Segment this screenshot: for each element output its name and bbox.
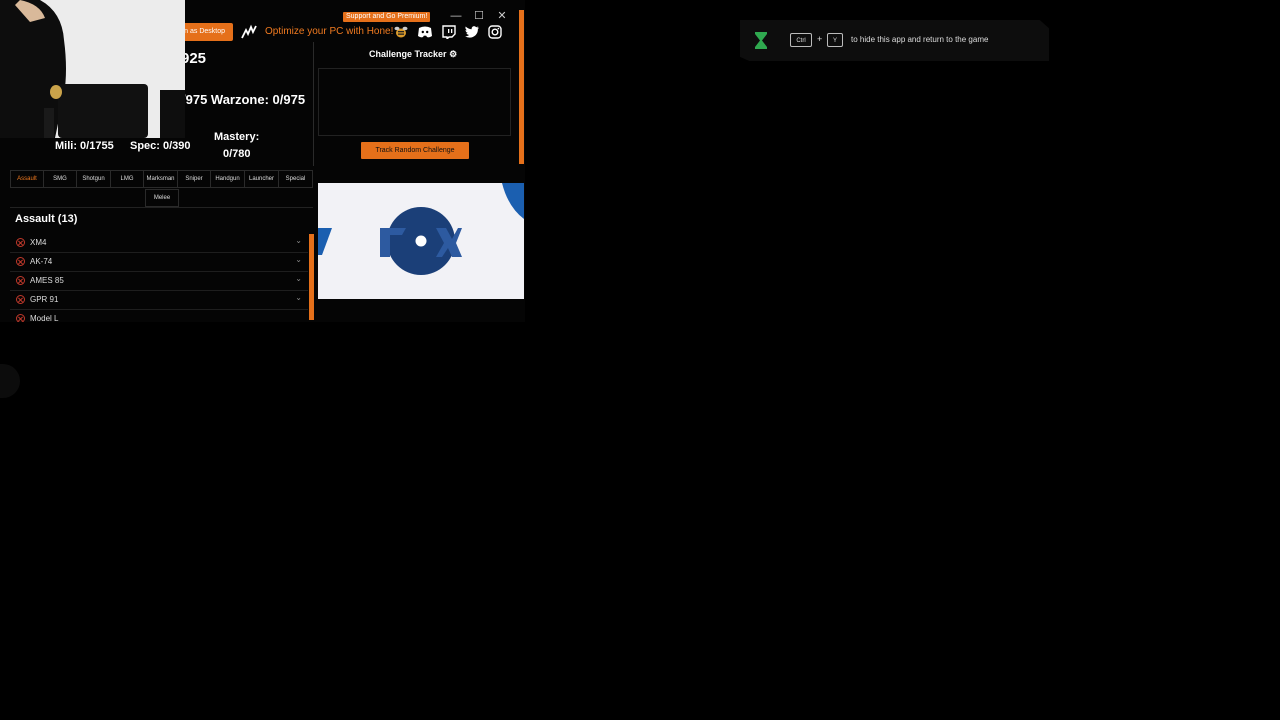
spec-progress: Spec: 0/390 bbox=[130, 140, 191, 152]
chevron-down-icon[interactable]: ⌄ bbox=[295, 255, 302, 264]
mastery-label: Mastery: bbox=[214, 131, 260, 143]
chevron-down-icon[interactable]: ⌄ bbox=[295, 236, 302, 245]
incomplete-icon bbox=[16, 314, 25, 322]
ad-logo-image bbox=[318, 183, 524, 275]
support-premium-button[interactable]: Support and Go Premium! bbox=[343, 12, 431, 22]
tab-lmg[interactable]: LMG bbox=[110, 170, 144, 188]
track-random-challenge-button[interactable]: Track Random Challenge bbox=[361, 142, 469, 159]
incomplete-icon bbox=[16, 295, 25, 304]
chevron-down-icon[interactable]: ⌄ bbox=[295, 293, 302, 302]
weapon-row[interactable]: Model L bbox=[10, 310, 308, 322]
close-icon[interactable]: ✕ bbox=[495, 9, 509, 23]
tab-handgun[interactable]: Handgun bbox=[210, 170, 245, 188]
tab-marksman[interactable]: Marksman bbox=[143, 170, 178, 188]
tracked-challenges-box bbox=[318, 68, 511, 136]
tab-shotgun[interactable]: Shotgun bbox=[76, 170, 111, 188]
tab-melee[interactable]: Melee bbox=[145, 189, 179, 207]
weapon-name: Model L bbox=[30, 314, 59, 322]
weapon-name: AK-74 bbox=[30, 257, 53, 266]
y-key: Y bbox=[827, 33, 843, 47]
sidebar-toggle-handle[interactable] bbox=[0, 364, 20, 398]
hone-icon[interactable] bbox=[241, 24, 257, 40]
hone-link[interactable]: Optimize your PC with Hone! bbox=[265, 26, 393, 37]
webcam-overlay bbox=[0, 0, 185, 138]
twitch-icon[interactable] bbox=[441, 25, 457, 39]
gear-icon[interactable]: ⚙ bbox=[449, 49, 457, 59]
challenge-tracker-title: Challenge Tracker ⚙ bbox=[369, 49, 458, 59]
list-scrollbar[interactable] bbox=[309, 234, 314, 320]
webcam-person-image bbox=[0, 0, 185, 138]
minimize-icon[interactable]: — bbox=[449, 9, 463, 23]
tab-launcher[interactable]: Launcher bbox=[244, 170, 279, 188]
overlay-app-window: Support and Go Premium! n as Desktop Opt… bbox=[0, 0, 525, 322]
tab-assault[interactable]: Assault bbox=[10, 170, 44, 188]
weapon-name: GPR 91 bbox=[30, 295, 59, 304]
hint-text: to hide this app and return to the game bbox=[851, 35, 989, 44]
maximize-icon[interactable]: ☐ bbox=[472, 9, 486, 23]
bee-icon[interactable] bbox=[393, 25, 409, 39]
incomplete-icon bbox=[16, 257, 25, 266]
weapon-row[interactable]: GPR 91 ⌄ bbox=[10, 291, 308, 310]
discord-icon[interactable] bbox=[417, 25, 433, 39]
tab-smg[interactable]: SMG bbox=[43, 170, 77, 188]
incomplete-icon bbox=[16, 238, 25, 247]
tabs-divider bbox=[10, 207, 313, 208]
mili-progress: Mili: 0/1755 bbox=[55, 140, 114, 152]
instagram-icon[interactable] bbox=[487, 25, 503, 39]
plus-sign: + bbox=[817, 34, 823, 44]
weapon-name: XM4 bbox=[30, 238, 47, 247]
ctrl-key: Ctrl bbox=[790, 33, 812, 47]
hotkey-hint-toast: Ctrl + Y to hide this app and return to … bbox=[740, 20, 1049, 61]
tab-sniper[interactable]: Sniper bbox=[177, 170, 211, 188]
tracker-scrollbar[interactable] bbox=[519, 10, 524, 164]
weapon-row[interactable]: XM4 ⌄ bbox=[10, 234, 308, 253]
chevron-down-icon[interactable]: ⌄ bbox=[295, 274, 302, 283]
weapon-name: AMES 85 bbox=[30, 276, 64, 285]
mp-warzone-progress: /975 Warzone: 0/975 bbox=[182, 92, 306, 107]
panel-divider bbox=[313, 42, 314, 166]
section-title: Assault (13) bbox=[15, 213, 78, 225]
hourglass-icon bbox=[755, 32, 767, 49]
weapon-row[interactable]: AK-74 ⌄ bbox=[10, 253, 308, 272]
twitter-icon[interactable] bbox=[464, 25, 480, 39]
tab-special[interactable]: Special bbox=[278, 170, 313, 188]
mastery-value: 0/780 bbox=[223, 148, 251, 160]
ad-banner[interactable] bbox=[318, 183, 524, 299]
weapon-row[interactable]: AMES 85 ⌄ bbox=[10, 272, 308, 291]
incomplete-icon bbox=[16, 276, 25, 285]
